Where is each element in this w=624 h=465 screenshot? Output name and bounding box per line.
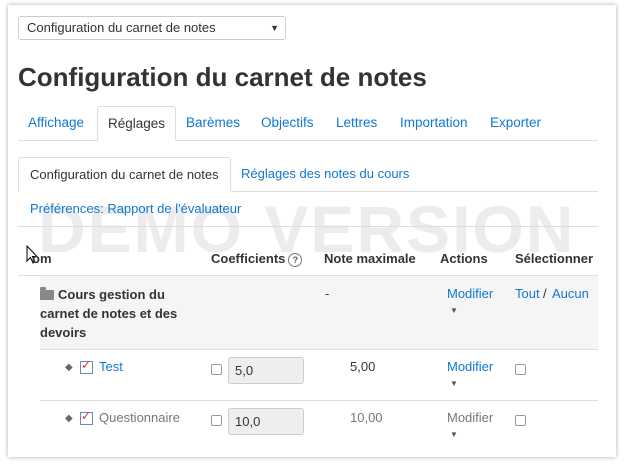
select-checkbox[interactable] xyxy=(515,415,526,426)
tab-reglages[interactable]: Réglages xyxy=(97,106,177,141)
select-none-link[interactable]: Aucun xyxy=(552,286,589,301)
tab-affichage[interactable]: Affichage xyxy=(18,106,94,140)
tab-objectifs[interactable]: Objectifs xyxy=(251,106,324,140)
header-actions: Actions xyxy=(440,251,488,266)
page-title: Configuration du carnet de notes xyxy=(18,62,427,92)
main-content: Configuration du carnet de notes ▼ Confi… xyxy=(8,5,616,457)
coefficient-override-checkbox[interactable] xyxy=(211,364,222,375)
select-separator: / xyxy=(543,286,547,301)
table-row xyxy=(40,400,598,453)
table-row xyxy=(40,349,598,400)
tab-importation[interactable]: Importation xyxy=(390,106,478,140)
coefficient-input[interactable]: 5,0 xyxy=(228,357,304,384)
preferences-link[interactable]: Préférences: Rapport de l'évaluateur xyxy=(30,201,241,216)
subtab-reglages-notes-cours[interactable]: Réglages des notes du cours xyxy=(230,157,420,191)
tab-baremes[interactable]: Barèmes xyxy=(176,106,250,140)
item-name-link[interactable]: Questionnaire xyxy=(99,410,180,425)
item-modify-menu[interactable]: Modifier xyxy=(447,410,493,425)
caret-down-icon[interactable]: ▼ xyxy=(450,430,458,439)
caret-down-icon[interactable]: ▼ xyxy=(450,306,458,315)
assignment-icon xyxy=(80,358,93,374)
header-coefficients: Coefficients? xyxy=(211,251,303,267)
page-select[interactable]: Configuration du carnet de notes ▼ xyxy=(18,16,286,40)
item-name-link[interactable]: Test xyxy=(99,359,123,374)
caret-down-icon[interactable]: ▼ xyxy=(450,379,458,388)
tab-lettres[interactable]: Lettres xyxy=(326,106,387,140)
move-icon[interactable]: ◆ xyxy=(65,413,73,424)
header-coefficients-label: Coefficients xyxy=(211,251,286,266)
main-tabs: Affichage Réglages Barèmes Objectifs Let… xyxy=(18,106,598,141)
divider xyxy=(18,226,598,227)
sub-tabs: Configuration du carnet de notes Réglage… xyxy=(18,157,598,192)
category-max: - xyxy=(325,286,330,301)
header-max: Note maximale xyxy=(324,251,416,266)
coefficient-input[interactable]: 10,0 xyxy=(228,408,304,435)
tab-exporter[interactable]: Exporter xyxy=(480,106,551,140)
category-modify-menu[interactable]: Modifier xyxy=(447,286,493,301)
header-name[interactable]: om xyxy=(32,251,52,266)
select-checkbox[interactable] xyxy=(515,364,526,375)
app-window: DEMO VERSION Configuration du carnet de … xyxy=(8,5,616,457)
header-select: Sélectionner xyxy=(515,251,594,266)
subtab-configuration[interactable]: Configuration du carnet de notes xyxy=(18,157,231,192)
page-select-value: Configuration du carnet de notes xyxy=(27,20,216,35)
item-max: 10,00 xyxy=(350,410,383,425)
item-max: 5,00 xyxy=(350,359,376,374)
coefficient-override-checkbox[interactable] xyxy=(211,415,222,426)
move-icon[interactable]: ◆ xyxy=(65,362,73,373)
quiz-icon xyxy=(80,409,93,425)
item-modify-menu[interactable]: Modifier xyxy=(447,359,493,374)
help-icon[interactable]: ? xyxy=(288,252,303,267)
category-name: Cours gestion du carnet de notes et des … xyxy=(40,287,178,340)
select-all-link[interactable]: Tout xyxy=(515,286,540,301)
chevron-down-icon: ▼ xyxy=(270,23,279,33)
